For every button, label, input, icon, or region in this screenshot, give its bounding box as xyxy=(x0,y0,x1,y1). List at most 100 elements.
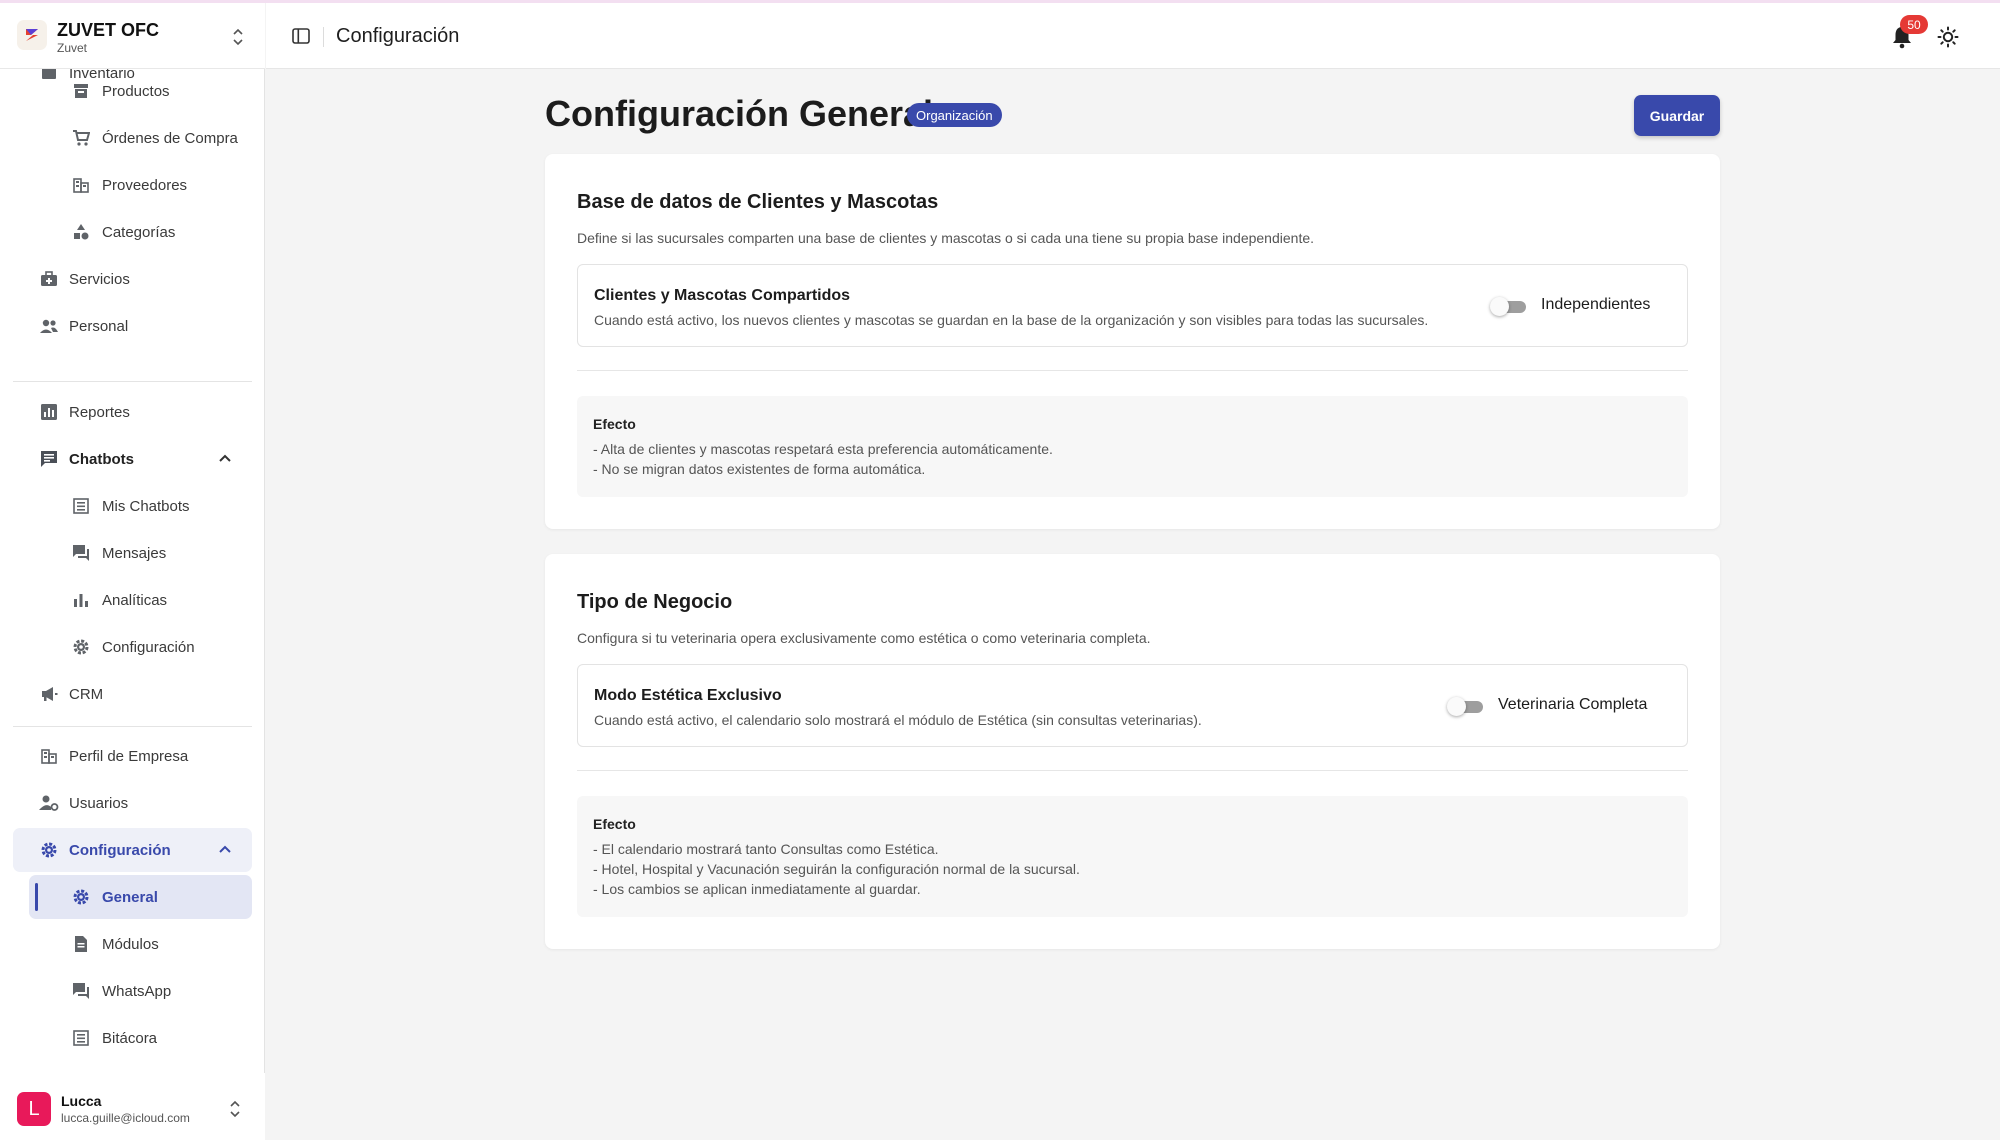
people-icon xyxy=(39,316,59,336)
toggle-knob xyxy=(1490,297,1509,316)
sidebar-item-label: Mis Chatbots xyxy=(102,497,190,515)
org-switcher[interactable]: ZUVET OFC Zuvet xyxy=(0,3,265,69)
sidebar-item-crm[interactable]: CRM xyxy=(13,672,252,716)
sun-icon[interactable] xyxy=(1937,26,1959,48)
sidebar-item-usuarios[interactable]: Usuarios xyxy=(13,781,252,825)
sidebar-item-label: Servicios xyxy=(69,270,130,288)
sidebar-item-bitacora[interactable]: Bitácora xyxy=(13,1016,252,1049)
sidebar-item-label: Productos xyxy=(102,82,170,100)
sidebar-item-modulos[interactable]: Módulos xyxy=(13,922,252,966)
forum-icon xyxy=(71,543,91,563)
card-divider xyxy=(577,770,1688,771)
setting-title: Modo Estética Exclusivo xyxy=(594,687,782,704)
sidebar-item-servicios[interactable]: Servicios xyxy=(13,257,252,301)
effect-line: - No se migran datos existentes de forma… xyxy=(593,461,926,477)
sidebar-item-configuracion[interactable]: Configuración xyxy=(13,828,252,872)
card-description: Configura si tu veterinaria opera exclus… xyxy=(577,630,1151,646)
sidebar-item-label: Usuarios xyxy=(69,794,129,812)
sidebar-item-perfil-de-empresa[interactable]: Perfil de Empresa xyxy=(13,734,252,778)
sidebar-item-label: Categorías xyxy=(102,223,176,241)
effect-title: Efecto xyxy=(593,416,636,432)
sidebar-item-label: Proveedores xyxy=(102,176,188,194)
sidebar-item-label: General xyxy=(102,888,158,906)
effect-title: Efecto xyxy=(593,816,636,832)
sidebar-item-reportes[interactable]: Reportes xyxy=(13,390,252,434)
sidebar-item-label: Bitácora xyxy=(102,1029,158,1047)
setting-description: Cuando está activo, el calendario solo m… xyxy=(594,712,1202,728)
sidebar-divider xyxy=(13,381,252,382)
list-icon xyxy=(71,496,91,516)
effect-line: - Alta de clientes y mascotas respetará … xyxy=(593,441,1053,457)
sidebar-item-label: Mensajes xyxy=(102,544,167,562)
sidebar-item-label: Módulos xyxy=(102,935,159,953)
sidebar-item-productos[interactable]: Productos xyxy=(13,69,252,113)
sidebar-item-label: Perfil de Empresa xyxy=(69,747,189,765)
avatar: L xyxy=(17,1092,51,1126)
chevron-updown-icon xyxy=(233,28,243,46)
bar-chart-icon xyxy=(39,402,59,422)
setting-row: Modo Estética Exclusivo Cuando está acti… xyxy=(577,664,1688,747)
user-email: lucca.guille@icloud.com xyxy=(61,1111,190,1125)
sidebar-item-analiticas[interactable]: Analíticas xyxy=(13,578,252,622)
scope-badge: Organización xyxy=(907,103,1002,127)
chevron-updown-icon xyxy=(230,1100,240,1118)
sidebar-item-label: Reportes xyxy=(69,403,130,421)
shapes-icon xyxy=(71,222,91,242)
zuvet-logo-icon xyxy=(17,20,47,50)
sidebar-item-ordenes-de-compra[interactable]: Órdenes de Compra xyxy=(13,116,252,160)
toggle-state-label: Independientes xyxy=(1541,296,1651,313)
sidebar-item-label: WhatsApp xyxy=(102,982,172,1000)
effect-box: Efecto - Alta de clientes y mascotas res… xyxy=(577,396,1688,497)
sidebar-nav: Inventario Productos Órdenes de Compra P… xyxy=(0,69,265,1049)
sidebar-item-general[interactable]: General xyxy=(29,875,252,919)
sidebar-item-mis-chatbots[interactable]: Mis Chatbots xyxy=(13,484,252,528)
card-title: Base de datos de Clientes y Mascotas xyxy=(577,191,939,213)
setting-title: Clientes y Mascotas Compartidos xyxy=(594,287,851,304)
card-divider xyxy=(577,370,1688,371)
card-title: Tipo de Negocio xyxy=(577,591,733,613)
gear-icon xyxy=(39,840,59,860)
setting-description: Cuando está activo, los nuevos clientes … xyxy=(594,312,1429,328)
topbar-separator xyxy=(323,27,324,47)
setting-row: Clientes y Mascotas Compartidos Cuando e… xyxy=(577,264,1688,347)
sidebar-item-whatsapp[interactable]: WhatsApp xyxy=(13,969,252,1013)
sidebar-item-label: Personal xyxy=(69,317,129,335)
sidebar-item-label: Analíticas xyxy=(102,591,168,609)
sidebar-toggle-icon[interactable] xyxy=(292,27,310,45)
megaphone-icon xyxy=(39,684,59,704)
sidebar-divider xyxy=(13,726,252,727)
effect-box: Efecto - El calendario mostrará tanto Co… xyxy=(577,796,1688,917)
briefcase-icon xyxy=(39,269,59,289)
toggle-state-label: Veterinaria Completa xyxy=(1498,696,1648,713)
esthetic-mode-toggle[interactable] xyxy=(1447,697,1483,716)
sidebar-item-label: Chatbots xyxy=(69,450,134,468)
building-icon xyxy=(71,175,91,195)
sidebar-item-proveedores[interactable]: Proveedores xyxy=(13,163,252,207)
org-subtitle: Zuvet xyxy=(57,41,88,55)
sidebar-item-label: Órdenes de Compra xyxy=(102,129,238,147)
shared-clients-toggle[interactable] xyxy=(1490,297,1526,316)
sidebar-item-mensajes[interactable]: Mensajes xyxy=(13,531,252,575)
sidebar-item-personal[interactable]: Personal xyxy=(13,304,252,348)
settings-card-clients-pets: Base de datos de Clientes y Mascotas Def… xyxy=(545,154,1720,529)
list-icon xyxy=(71,1028,91,1048)
gear-icon xyxy=(71,887,91,907)
gear-icon xyxy=(71,637,91,657)
sidebar-item-categorias[interactable]: Categorías xyxy=(13,210,252,254)
effect-line: - El calendario mostrará tanto Consultas… xyxy=(593,841,939,857)
building-icon xyxy=(39,746,59,766)
toggle-knob xyxy=(1447,697,1466,716)
chat-icon xyxy=(39,449,59,469)
document-icon xyxy=(71,934,91,954)
user-menu[interactable]: L Lucca lucca.guille@icloud.com xyxy=(0,1073,265,1140)
forum-icon xyxy=(71,981,91,1001)
breadcrumb-title: Configuración xyxy=(336,25,460,47)
notification-count-badge: 50 xyxy=(1900,15,1928,34)
sidebar-item-chatbot-configuracion[interactable]: Configuración xyxy=(13,625,252,669)
sidebar: ZUVET OFC Zuvet Inventario Productos Órd… xyxy=(0,3,265,1140)
save-button[interactable]: Guardar xyxy=(1634,95,1720,136)
sidebar-item-chatbots[interactable]: Chatbots xyxy=(13,437,252,481)
effect-line: - Los cambios se aplican inmediatamente … xyxy=(593,881,921,897)
chevron-up-icon xyxy=(219,454,231,462)
topbar: Configuración 50 xyxy=(266,3,2000,69)
